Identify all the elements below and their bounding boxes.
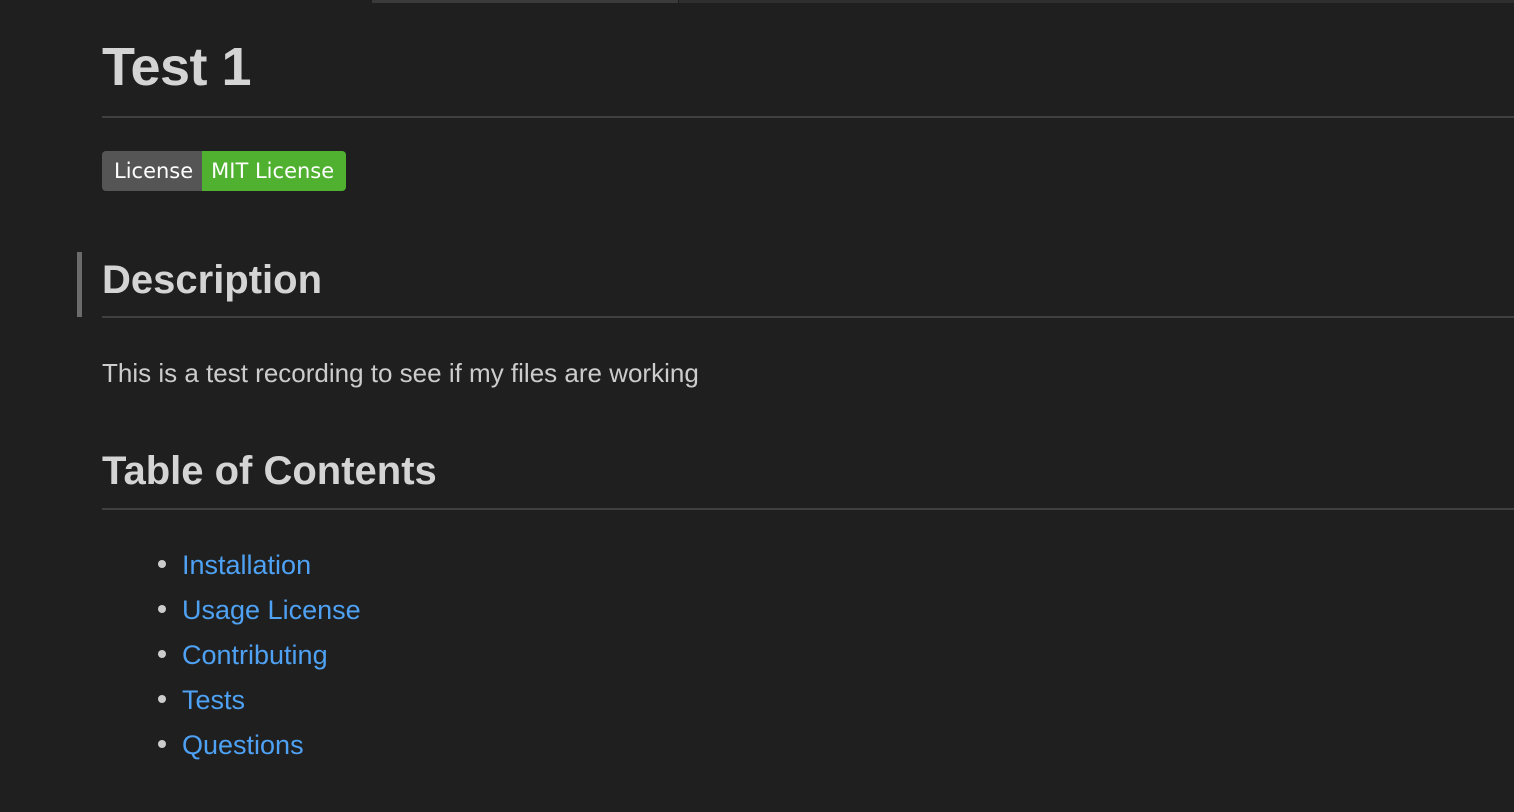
description-divider: [102, 316, 1514, 318]
bullet-icon: [158, 695, 166, 703]
license-badge-value: MIT License: [202, 151, 347, 191]
bullet-icon: [158, 740, 166, 748]
license-badge[interactable]: License MIT License: [102, 151, 347, 191]
section-focus-indicator: [77, 252, 82, 317]
toc-heading: Table of Contents: [102, 449, 437, 493]
toc-link-questions[interactable]: Questions: [182, 730, 304, 760]
list-item: Tests: [102, 680, 361, 725]
bullet-icon: [158, 560, 166, 568]
document-title: Test 1: [102, 37, 252, 97]
bullet-icon: [158, 605, 166, 613]
toc-link-contributing[interactable]: Contributing: [182, 640, 328, 670]
toc-link-usage-license[interactable]: Usage License: [182, 595, 361, 625]
license-badge-label: License: [102, 151, 203, 191]
bullet-icon: [158, 650, 166, 658]
toc-list: Installation Usage License Contributing …: [102, 545, 361, 770]
description-text: This is a test recording to see if my fi…: [102, 358, 699, 388]
tab-divider: [372, 0, 678, 3]
editor-tab-strip-edge: [0, 0, 1514, 3]
description-heading: Description: [102, 258, 323, 302]
list-item: Installation: [102, 545, 361, 590]
list-item: Contributing: [102, 635, 361, 680]
list-item: Questions: [102, 725, 361, 770]
toc-link-tests[interactable]: Tests: [182, 685, 245, 715]
toc-link-installation[interactable]: Installation: [182, 550, 311, 580]
list-item: Usage License: [102, 590, 361, 635]
title-divider: [102, 116, 1514, 118]
tab-divider: [679, 0, 1514, 3]
toc-divider: [102, 508, 1514, 510]
